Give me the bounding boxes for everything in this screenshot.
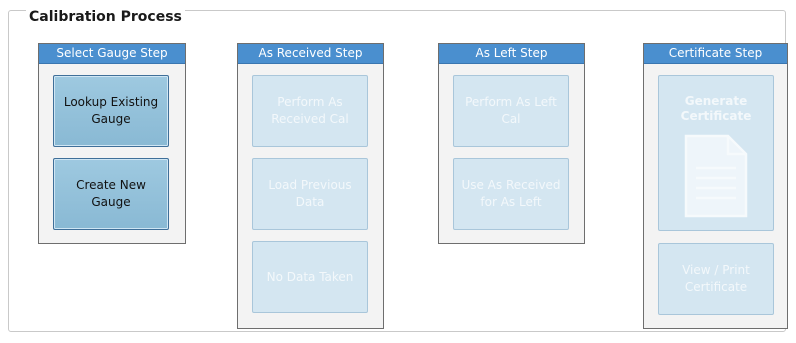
- view-print-certificate-button[interactable]: View / Print Certificate: [658, 243, 774, 315]
- button-label: Perform As Received Cal: [271, 95, 349, 126]
- button-label: Use As Received for As Left: [461, 178, 561, 209]
- button-label: Create New Gauge: [76, 178, 146, 209]
- button-label: Load Previous Data: [268, 178, 352, 209]
- document-icon: [684, 134, 748, 223]
- lookup-existing-gauge-button[interactable]: Lookup Existing Gauge: [53, 75, 169, 147]
- no-data-taken-button[interactable]: No Data Taken: [252, 241, 368, 313]
- button-label: Generate Certificate: [680, 94, 752, 123]
- panel-header: Select Gauge Step: [39, 44, 185, 64]
- create-new-gauge-button[interactable]: Create New Gauge: [53, 158, 169, 230]
- generate-certificate-button[interactable]: Generate Certificate: [658, 75, 774, 231]
- button-label: No Data Taken: [266, 269, 354, 284]
- panel-select-gauge: Select Gauge Step Lookup Existing Gauge …: [38, 43, 186, 244]
- button-label: View / Print Certificate: [682, 263, 750, 294]
- panel-header: As Left Step: [439, 44, 584, 64]
- panel-header: Certificate Step: [644, 44, 787, 64]
- panel-as-left: As Left Step Perform As Left Cal Use As …: [438, 43, 585, 244]
- use-as-received-for-as-left-button[interactable]: Use As Received for As Left: [453, 158, 569, 230]
- button-label: Perform As Left Cal: [465, 95, 557, 126]
- load-previous-data-button[interactable]: Load Previous Data: [252, 158, 368, 230]
- perform-as-left-cal-button[interactable]: Perform As Left Cal: [453, 75, 569, 147]
- button-label: Lookup Existing Gauge: [63, 95, 159, 126]
- panel-header: As Received Step: [238, 44, 383, 64]
- perform-as-received-cal-button[interactable]: Perform As Received Cal: [252, 75, 368, 147]
- panel-as-received: As Received Step Perform As Received Cal…: [237, 43, 384, 329]
- group-title: Calibration Process: [26, 9, 185, 25]
- panel-certificate: Certificate Step Generate Certificate Vi…: [643, 43, 788, 329]
